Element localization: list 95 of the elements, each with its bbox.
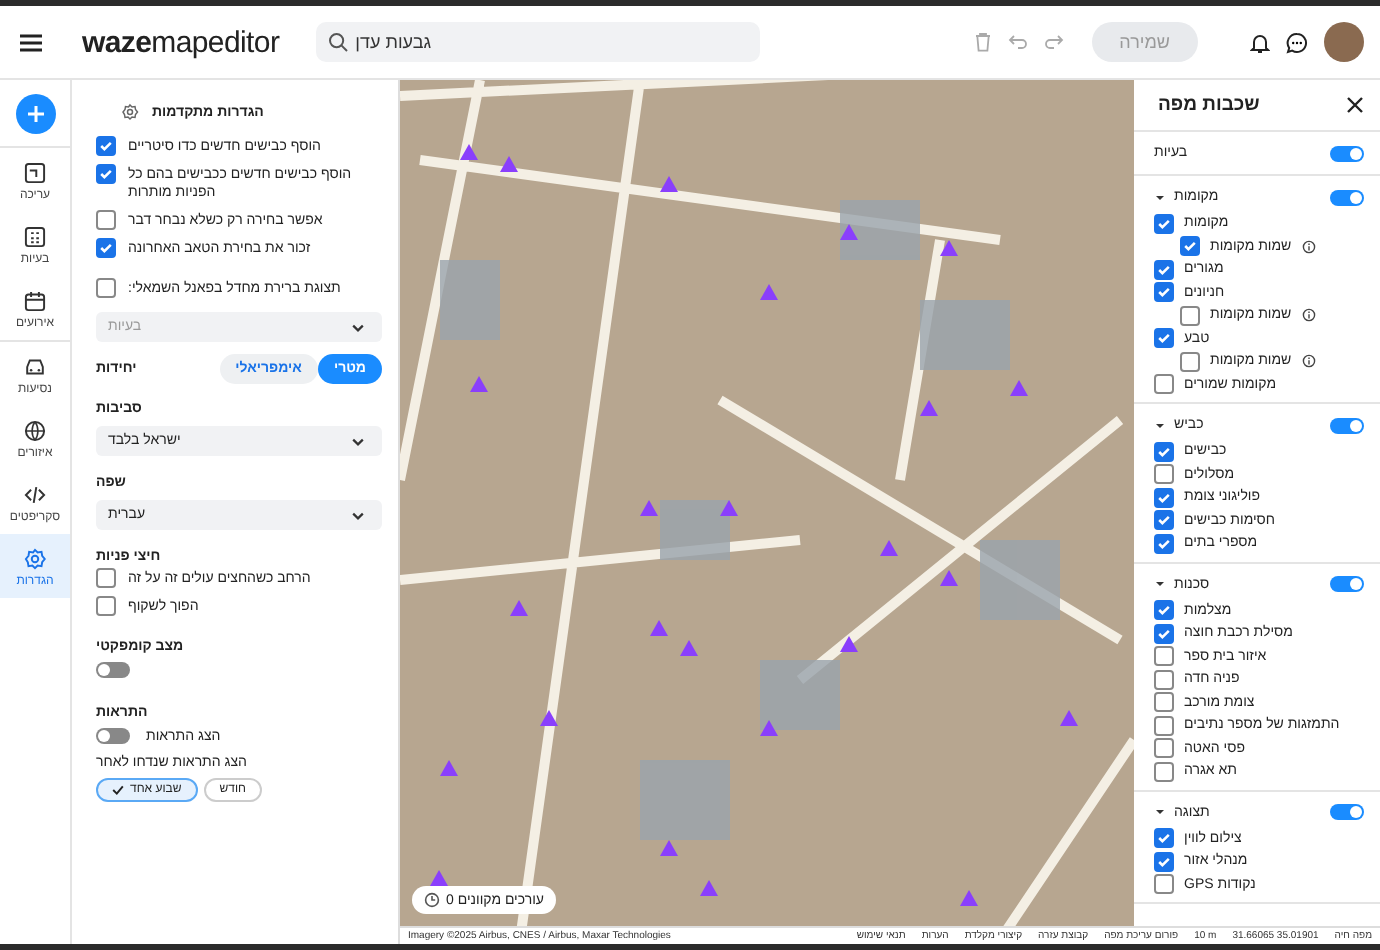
checkbox[interactable] [1154, 533, 1174, 554]
issue-marker-icon[interactable] [460, 144, 478, 160]
chevron-down-icon [350, 507, 366, 523]
checkbox[interactable] [96, 278, 116, 298]
search-field[interactable]: גבעות עדן [315, 22, 760, 62]
info-icon[interactable] [1301, 239, 1316, 254]
chevron-down-icon [350, 433, 366, 449]
trash-icon[interactable] [973, 32, 992, 52]
toggle-switch[interactable] [1330, 189, 1364, 205]
toggle-switch[interactable] [1330, 804, 1364, 820]
settings-icon [22, 546, 48, 572]
issue-marker-icon[interactable] [840, 224, 858, 240]
checkbox[interactable] [1154, 213, 1174, 234]
issue-marker-icon[interactable] [1010, 380, 1028, 396]
checkbox[interactable] [1154, 715, 1174, 736]
checkbox[interactable] [1154, 623, 1174, 644]
checkbox[interactable] [96, 568, 116, 588]
checkbox[interactable] [1154, 646, 1174, 667]
toggle-switch[interactable] [96, 662, 130, 678]
checkbox[interactable] [1154, 851, 1174, 872]
bell-icon[interactable] [1250, 31, 1270, 53]
menu-icon[interactable] [20, 33, 42, 51]
issue-marker-icon[interactable] [680, 640, 698, 656]
caret-down-icon[interactable] [1154, 578, 1166, 590]
checkbox[interactable] [1154, 464, 1174, 485]
toggle-switch[interactable] [1330, 417, 1364, 433]
checkbox[interactable] [1180, 236, 1200, 257]
edit-icon [22, 160, 48, 186]
checkbox[interactable] [1154, 828, 1174, 849]
toggle-switch[interactable] [1330, 145, 1364, 161]
checkbox[interactable] [1154, 487, 1174, 508]
checkbox[interactable] [96, 136, 116, 156]
search-icon [327, 32, 348, 52]
issue-marker-icon[interactable] [940, 240, 958, 256]
checkbox[interactable] [1154, 600, 1174, 621]
checkbox[interactable] [1154, 669, 1174, 690]
info-icon[interactable] [1301, 308, 1316, 323]
logo: wazemapeditor [82, 25, 280, 59]
chat-icon[interactable] [1286, 31, 1308, 53]
checkbox[interactable] [1154, 282, 1174, 303]
checkbox[interactable] [1154, 259, 1174, 280]
issue-marker-icon[interactable] [760, 720, 778, 736]
info-icon[interactable] [1301, 354, 1316, 369]
close-icon[interactable] [1346, 96, 1364, 114]
checkbox[interactable] [1154, 692, 1174, 713]
checkbox[interactable] [1154, 328, 1174, 349]
car-icon [22, 354, 48, 380]
toggle-switch[interactable] [96, 728, 130, 744]
issue-marker-icon[interactable] [880, 540, 898, 556]
issue-marker-icon[interactable] [1060, 710, 1078, 726]
undo-icon[interactable] [1007, 34, 1028, 50]
caret-down-icon[interactable] [1154, 419, 1166, 431]
issue-marker-icon[interactable] [510, 600, 528, 616]
avatar[interactable] [1324, 22, 1364, 62]
checkbox[interactable] [96, 238, 116, 258]
checkbox[interactable] [96, 164, 116, 184]
issue-marker-icon[interactable] [700, 880, 718, 896]
checkbox[interactable] [1180, 351, 1200, 372]
issue-marker-icon[interactable] [940, 570, 958, 586]
checkbox[interactable] [96, 210, 116, 230]
code-icon [22, 482, 48, 508]
check-icon [112, 784, 124, 796]
checkbox[interactable] [1154, 761, 1174, 782]
calendar-icon [22, 288, 48, 314]
issue-marker-icon[interactable] [720, 500, 738, 516]
issue-marker-icon[interactable] [960, 890, 978, 906]
issue-marker-icon[interactable] [840, 636, 858, 652]
globe-icon [22, 418, 48, 444]
issue-marker-icon[interactable] [660, 176, 678, 192]
panel-title: שכבות מפה [1158, 94, 1260, 116]
checkbox[interactable] [1154, 374, 1174, 395]
caret-down-icon[interactable] [1154, 806, 1166, 818]
issue-marker-icon[interactable] [920, 400, 938, 416]
issue-marker-icon[interactable] [650, 620, 668, 636]
redo-icon[interactable] [1043, 34, 1064, 50]
checkbox[interactable] [1180, 305, 1200, 326]
issue-marker-icon[interactable] [440, 760, 458, 776]
issue-marker-icon[interactable] [640, 500, 658, 516]
grid-icon [22, 224, 48, 250]
checkbox[interactable] [96, 596, 116, 616]
checkbox[interactable] [1154, 510, 1174, 531]
checkbox[interactable] [1154, 874, 1174, 895]
checkbox[interactable] [1154, 441, 1174, 462]
toggle-switch[interactable] [1330, 576, 1364, 592]
caret-down-icon[interactable] [1154, 191, 1166, 203]
issue-marker-icon[interactable] [470, 376, 488, 392]
issue-marker-icon[interactable] [540, 710, 558, 726]
chevron-down-icon [350, 319, 366, 335]
add-button[interactable] [15, 94, 55, 134]
issue-marker-icon[interactable] [760, 284, 778, 300]
plus-icon [25, 104, 45, 124]
clock-icon [424, 892, 440, 908]
checkbox[interactable] [1154, 738, 1174, 759]
issue-marker-icon[interactable] [500, 156, 518, 172]
settings-icon [120, 102, 140, 122]
